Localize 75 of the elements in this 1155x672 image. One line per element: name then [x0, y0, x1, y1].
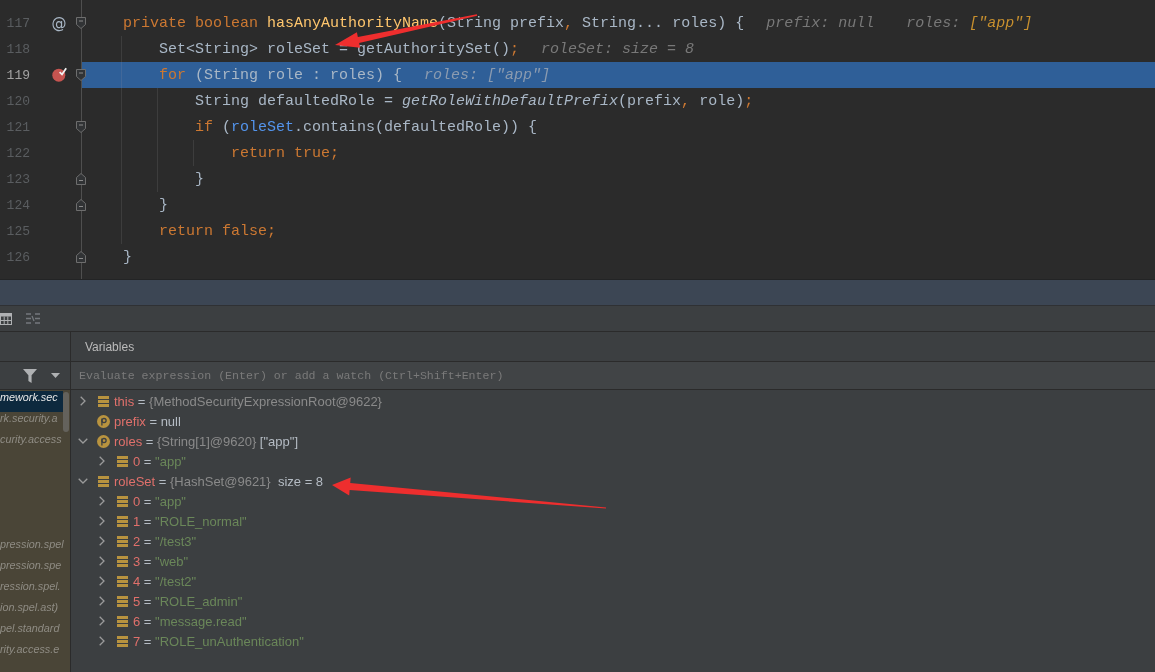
code-line: private boolean hasAnyAuthorityName(String prefix, String... roles) {	[122, 14, 745, 32]
table-icon[interactable]	[0, 312, 12, 325]
stack-frame[interactable]: curity.access	[0, 433, 63, 454]
field-icon	[116, 535, 128, 547]
chevron-right-icon[interactable]	[99, 596, 105, 606]
chevron-right-icon[interactable]	[99, 456, 105, 466]
gutter-marker[interactable]: @	[51, 15, 67, 31]
fold-marker-icon[interactable]	[76, 69, 86, 81]
variable-entry[interactable]: 5 = "ROLE_admin"	[133, 593, 243, 609]
chevron-right-icon[interactable]	[99, 636, 105, 646]
fold-marker-icon[interactable]	[76, 121, 86, 133]
variable-entry[interactable]: 7 = "ROLE_unAuthentication"	[133, 633, 304, 649]
field-icon	[116, 495, 128, 507]
stack-frame[interactable]: rk.security.a	[0, 412, 63, 433]
field-icon	[116, 615, 128, 627]
code-line: return true;	[230, 144, 340, 162]
field-icon	[116, 575, 128, 587]
chevron-right-icon[interactable]	[99, 556, 105, 566]
breakpoint-icon[interactable]	[52, 67, 67, 82]
stack-frame[interactable]: rity.access.e	[0, 643, 63, 664]
stack-frame[interactable]: ression.spel.	[0, 580, 63, 601]
scrollbar-thumb[interactable]	[63, 392, 69, 432]
panel-title: Variables	[85, 339, 135, 354]
code-line: }	[194, 170, 204, 188]
fold-end-marker-icon[interactable]	[76, 251, 86, 263]
columns-icon[interactable]	[26, 313, 40, 324]
inline-value-hint: roles: ["app"]	[906, 14, 1033, 32]
field-icon	[116, 515, 128, 527]
code-line: }	[158, 196, 168, 214]
chevron-right-icon[interactable]	[99, 496, 105, 506]
variable-entry[interactable]: 3 = "web"	[133, 553, 189, 569]
stack-frame[interactable]: pression.spel	[0, 538, 63, 559]
field-icon	[97, 395, 109, 407]
code-line: for (String role : roles) {	[158, 66, 403, 84]
fold-marker-icon[interactable]	[76, 17, 86, 29]
variable-entry[interactable]: 1 = "ROLE_normal"	[133, 513, 247, 529]
variable-entry[interactable]: 0 = "app"	[133, 453, 186, 469]
line-number: 119	[5, 67, 30, 83]
stack-frame[interactable]: mework.sec	[0, 391, 63, 412]
field-icon	[116, 555, 128, 567]
inline-value-hint: roles: ["app"]	[424, 66, 551, 84]
parameter-icon	[96, 434, 110, 448]
code-line: String defaultedRole = getRoleWithDefaultPrefix(prefix, role);	[194, 92, 754, 110]
field-icon	[97, 475, 109, 487]
chevron-right-icon[interactable]	[99, 576, 105, 586]
code-line: if (roleSet.contains(defaultedRole)) {	[194, 118, 538, 136]
stack-frame[interactable]: pression.spe	[0, 559, 63, 580]
field-icon	[116, 635, 128, 647]
caret-icon[interactable]	[51, 373, 60, 378]
stack-frame[interactable]: pel.standard	[0, 622, 63, 643]
chevron-right-icon[interactable]	[99, 536, 105, 546]
chevron-down-icon[interactable]	[78, 438, 88, 444]
stack-frame[interactable]: ion.spel.ast)	[0, 601, 63, 622]
variable-entry[interactable]: prefix = null	[114, 413, 181, 429]
filter-icon[interactable]	[23, 368, 37, 383]
variable-entry[interactable]: 2 = "/test3"	[133, 533, 197, 549]
chevron-down-icon[interactable]	[78, 478, 88, 484]
inline-value-hint: prefix: null	[766, 14, 875, 32]
code-line: }	[122, 248, 132, 266]
code-line: return false;	[158, 222, 277, 240]
variable-entry[interactable]: roles = {String[1]@9620} ["app"]	[114, 433, 298, 449]
fold-end-marker-icon[interactable]	[76, 199, 86, 211]
variable-entry[interactable]: 0 = "app"	[133, 493, 186, 509]
parameter-icon	[96, 414, 110, 428]
variable-entry[interactable]: roleSet = {HashSet@9621} size = 8	[114, 473, 324, 489]
inline-value-hint: roleSet: size = 8	[541, 40, 695, 58]
field-icon	[116, 595, 128, 607]
variable-entry[interactable]: 6 = "message.read"	[133, 613, 247, 629]
chevron-right-icon[interactable]	[99, 616, 105, 626]
variable-entry[interactable]: 4 = "/test2"	[133, 573, 197, 589]
fold-end-marker-icon[interactable]	[76, 173, 86, 185]
chevron-right-icon[interactable]	[99, 516, 105, 526]
chevron-right-icon[interactable]	[80, 396, 86, 406]
field-icon	[116, 455, 128, 467]
variable-entry[interactable]: this = {MethodSecurityExpressionRoot@9622}	[114, 393, 382, 409]
